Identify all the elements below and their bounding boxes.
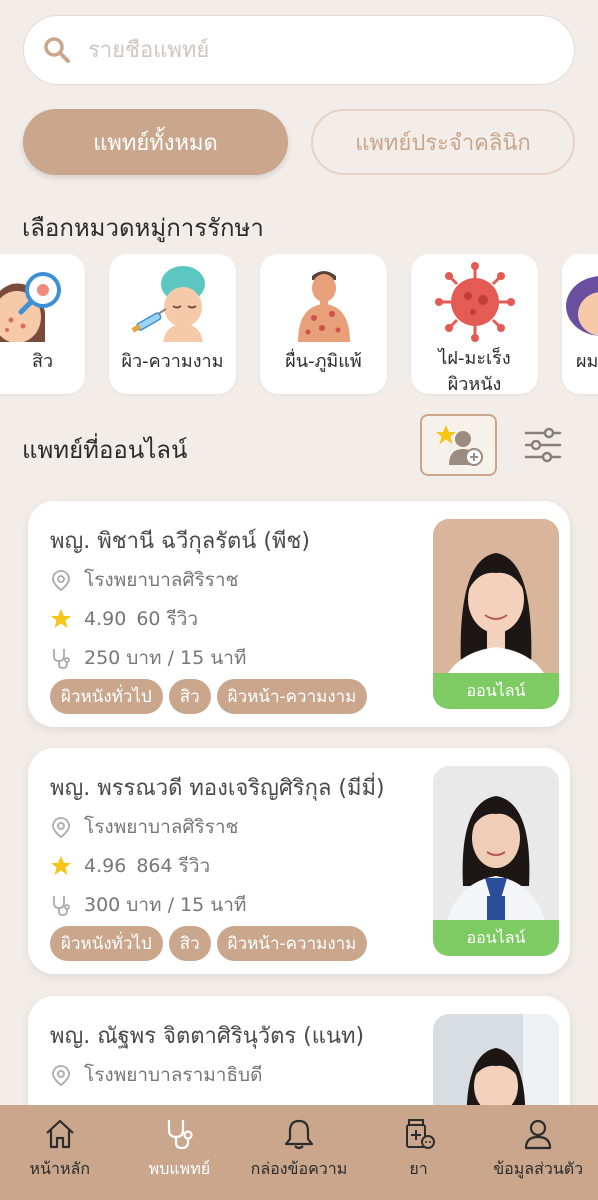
search-bar[interactable] bbox=[23, 15, 575, 85]
doctor-name: พญ. พิชานี ฉวีกุลรัตน์ (พีช) bbox=[50, 529, 310, 554]
doctor-hospital: โรงพยาบาลรามาธิบดี bbox=[50, 1060, 262, 1090]
category-beauty[interactable]: ผิว-ความงาม bbox=[109, 254, 236, 394]
nav-label: ยา bbox=[409, 1159, 428, 1178]
nav-profile[interactable]: ข้อมูลส่วนตัว bbox=[478, 1105, 598, 1200]
clinic-doctors-button[interactable]: แพทย์ประจำคลินิก bbox=[311, 109, 575, 175]
category-list[interactable]: สิว ผิว-ความงาม ผื่น-ภูมิแพ้ ไฝ-มะเร็ง ผ… bbox=[0, 254, 598, 396]
beauty-injection-icon bbox=[131, 266, 205, 342]
profile-icon bbox=[525, 1119, 552, 1150]
rating-value: 4.96 bbox=[84, 855, 127, 877]
search-input[interactable] bbox=[88, 37, 528, 63]
medicine-icon bbox=[405, 1119, 435, 1149]
doctor-photo: ออนไลน์ bbox=[433, 519, 559, 709]
hair-icon bbox=[566, 276, 598, 336]
doctor-card[interactable]: พญ. พรรณวดี ทองเจริญศิริกุล (มีมี่) โรงพ… bbox=[28, 748, 570, 974]
category-mole[interactable]: ไฝ-มะเร็ง ผิวหนัง bbox=[411, 254, 538, 394]
nav-inbox[interactable]: กล่องข้อความ bbox=[239, 1105, 359, 1200]
review-count: 864 รีวิว bbox=[136, 855, 211, 877]
category-label: ผิว-ความงาม bbox=[121, 351, 224, 372]
nav-home[interactable]: หน้าหลัก bbox=[0, 1105, 120, 1200]
all-doctors-button[interactable]: แพทย์ทั้งหมด bbox=[23, 109, 288, 175]
online-status: ออนไลน์ bbox=[433, 673, 559, 709]
category-label: ผื่น-ภูมิแพ้ bbox=[285, 351, 362, 372]
favorite-doctor-button[interactable] bbox=[420, 414, 497, 476]
search-icon bbox=[44, 37, 70, 63]
nav-label: กล่องข้อความ bbox=[250, 1159, 348, 1178]
review-count: 60 รีวิว bbox=[136, 608, 199, 630]
specialty-tags: ผิวหนังทั่วไป สิว ผิวหน้า-ความงาม bbox=[50, 679, 368, 714]
doctor-rating: 4.90 60 รีวิว bbox=[50, 604, 198, 634]
category-acne[interactable]: สิว bbox=[0, 254, 85, 394]
specialty-tags: ผิวหนังทั่วไป สิว ผิวหน้า-ความงาม bbox=[50, 926, 368, 961]
hospital-name: โรงพยาบาลศิริราช bbox=[84, 816, 239, 838]
specialty-tag: ผิวหนังทั่วไป bbox=[50, 679, 163, 714]
doctor-name: พญ. พรรณวดี ทองเจริญศิริกุล (มีมี่) bbox=[50, 776, 385, 801]
location-pin-icon bbox=[52, 1065, 70, 1086]
price-text: 300 บาท / 15 นาที bbox=[84, 894, 247, 916]
home-icon bbox=[46, 1119, 74, 1149]
location-pin-icon bbox=[52, 570, 70, 591]
online-status: ออนไลน์ bbox=[433, 920, 559, 956]
nav-label: หน้าหลัก bbox=[29, 1159, 91, 1178]
nav-label: ข้อมูลส่วนตัว bbox=[493, 1159, 584, 1178]
location-pin-icon bbox=[52, 817, 70, 838]
doctor-card[interactable]: พญ. พิชานี ฉวีกุลรัตน์ (พีช) โรงพยาบาลศิ… bbox=[28, 501, 570, 727]
category-label: ผม bbox=[576, 351, 598, 372]
online-doctors-title: แพทย์ที่ออนไลน์ bbox=[22, 436, 188, 464]
doctor-name: พญ. ณัฐพร จิตตาศิรินุวัตร (แนท) bbox=[50, 1024, 365, 1049]
price-text: 250 บาท / 15 นาที bbox=[84, 647, 247, 669]
category-rash[interactable]: ผื่น-ภูมิแพ้ bbox=[260, 254, 387, 394]
filter-sliders-icon bbox=[524, 427, 562, 463]
nav-medicine[interactable]: ยา bbox=[359, 1105, 479, 1200]
nav-find-doctor[interactable]: พบแพทย์ bbox=[120, 1105, 240, 1200]
rating-value: 4.90 bbox=[84, 608, 127, 630]
categories-title: เลือกหมวดหมู่การรักษา bbox=[22, 214, 264, 242]
stethoscope-icon bbox=[53, 896, 70, 916]
bottom-navigation: หน้าหลัก พบแพทย์ กล่องข้อความ ยา ข้อมูลส… bbox=[0, 1105, 598, 1200]
specialty-tag: ผิวหน้า-ความงาม bbox=[216, 926, 368, 961]
specialty-tag: ผิวหน้า-ความงาม bbox=[216, 679, 368, 714]
acne-face-icon bbox=[0, 272, 61, 342]
category-label: ไฝ-มะเร็ง ผิวหนัง bbox=[438, 348, 511, 394]
hospital-name: โรงพยาบาลศิริราช bbox=[84, 569, 239, 591]
doctor-rating: 4.96 864 รีวิว bbox=[50, 851, 210, 881]
doctor-photo: ออนไลน์ bbox=[433, 766, 559, 956]
category-label: สิว bbox=[31, 351, 54, 372]
specialty-tag: ผิวหนังทั่วไป bbox=[50, 926, 163, 961]
mole-cancer-icon bbox=[434, 262, 515, 342]
bell-icon bbox=[284, 1119, 314, 1150]
doctor-hospital: โรงพยาบาลศิริราช bbox=[50, 812, 238, 842]
rash-allergy-icon bbox=[297, 271, 350, 342]
specialty-tag: สิว bbox=[168, 926, 211, 961]
favorite-doctor-icon bbox=[435, 425, 483, 466]
doctor-price: 300 บาท / 15 นาที bbox=[50, 890, 246, 920]
stethoscope-icon bbox=[168, 1120, 193, 1150]
star-icon bbox=[51, 609, 71, 628]
hospital-name: โรงพยาบาลรามาธิบดี bbox=[84, 1064, 263, 1086]
stethoscope-icon bbox=[53, 649, 70, 669]
filter-button[interactable] bbox=[523, 425, 563, 465]
category-hair[interactable]: ผม bbox=[562, 254, 598, 394]
nav-label: พบแพทย์ bbox=[148, 1159, 211, 1178]
doctor-hospital: โรงพยาบาลศิริราช bbox=[50, 565, 238, 595]
star-icon bbox=[51, 856, 71, 875]
specialty-tag: สิว bbox=[168, 679, 211, 714]
doctor-price: 250 บาท / 15 นาที bbox=[50, 643, 246, 673]
